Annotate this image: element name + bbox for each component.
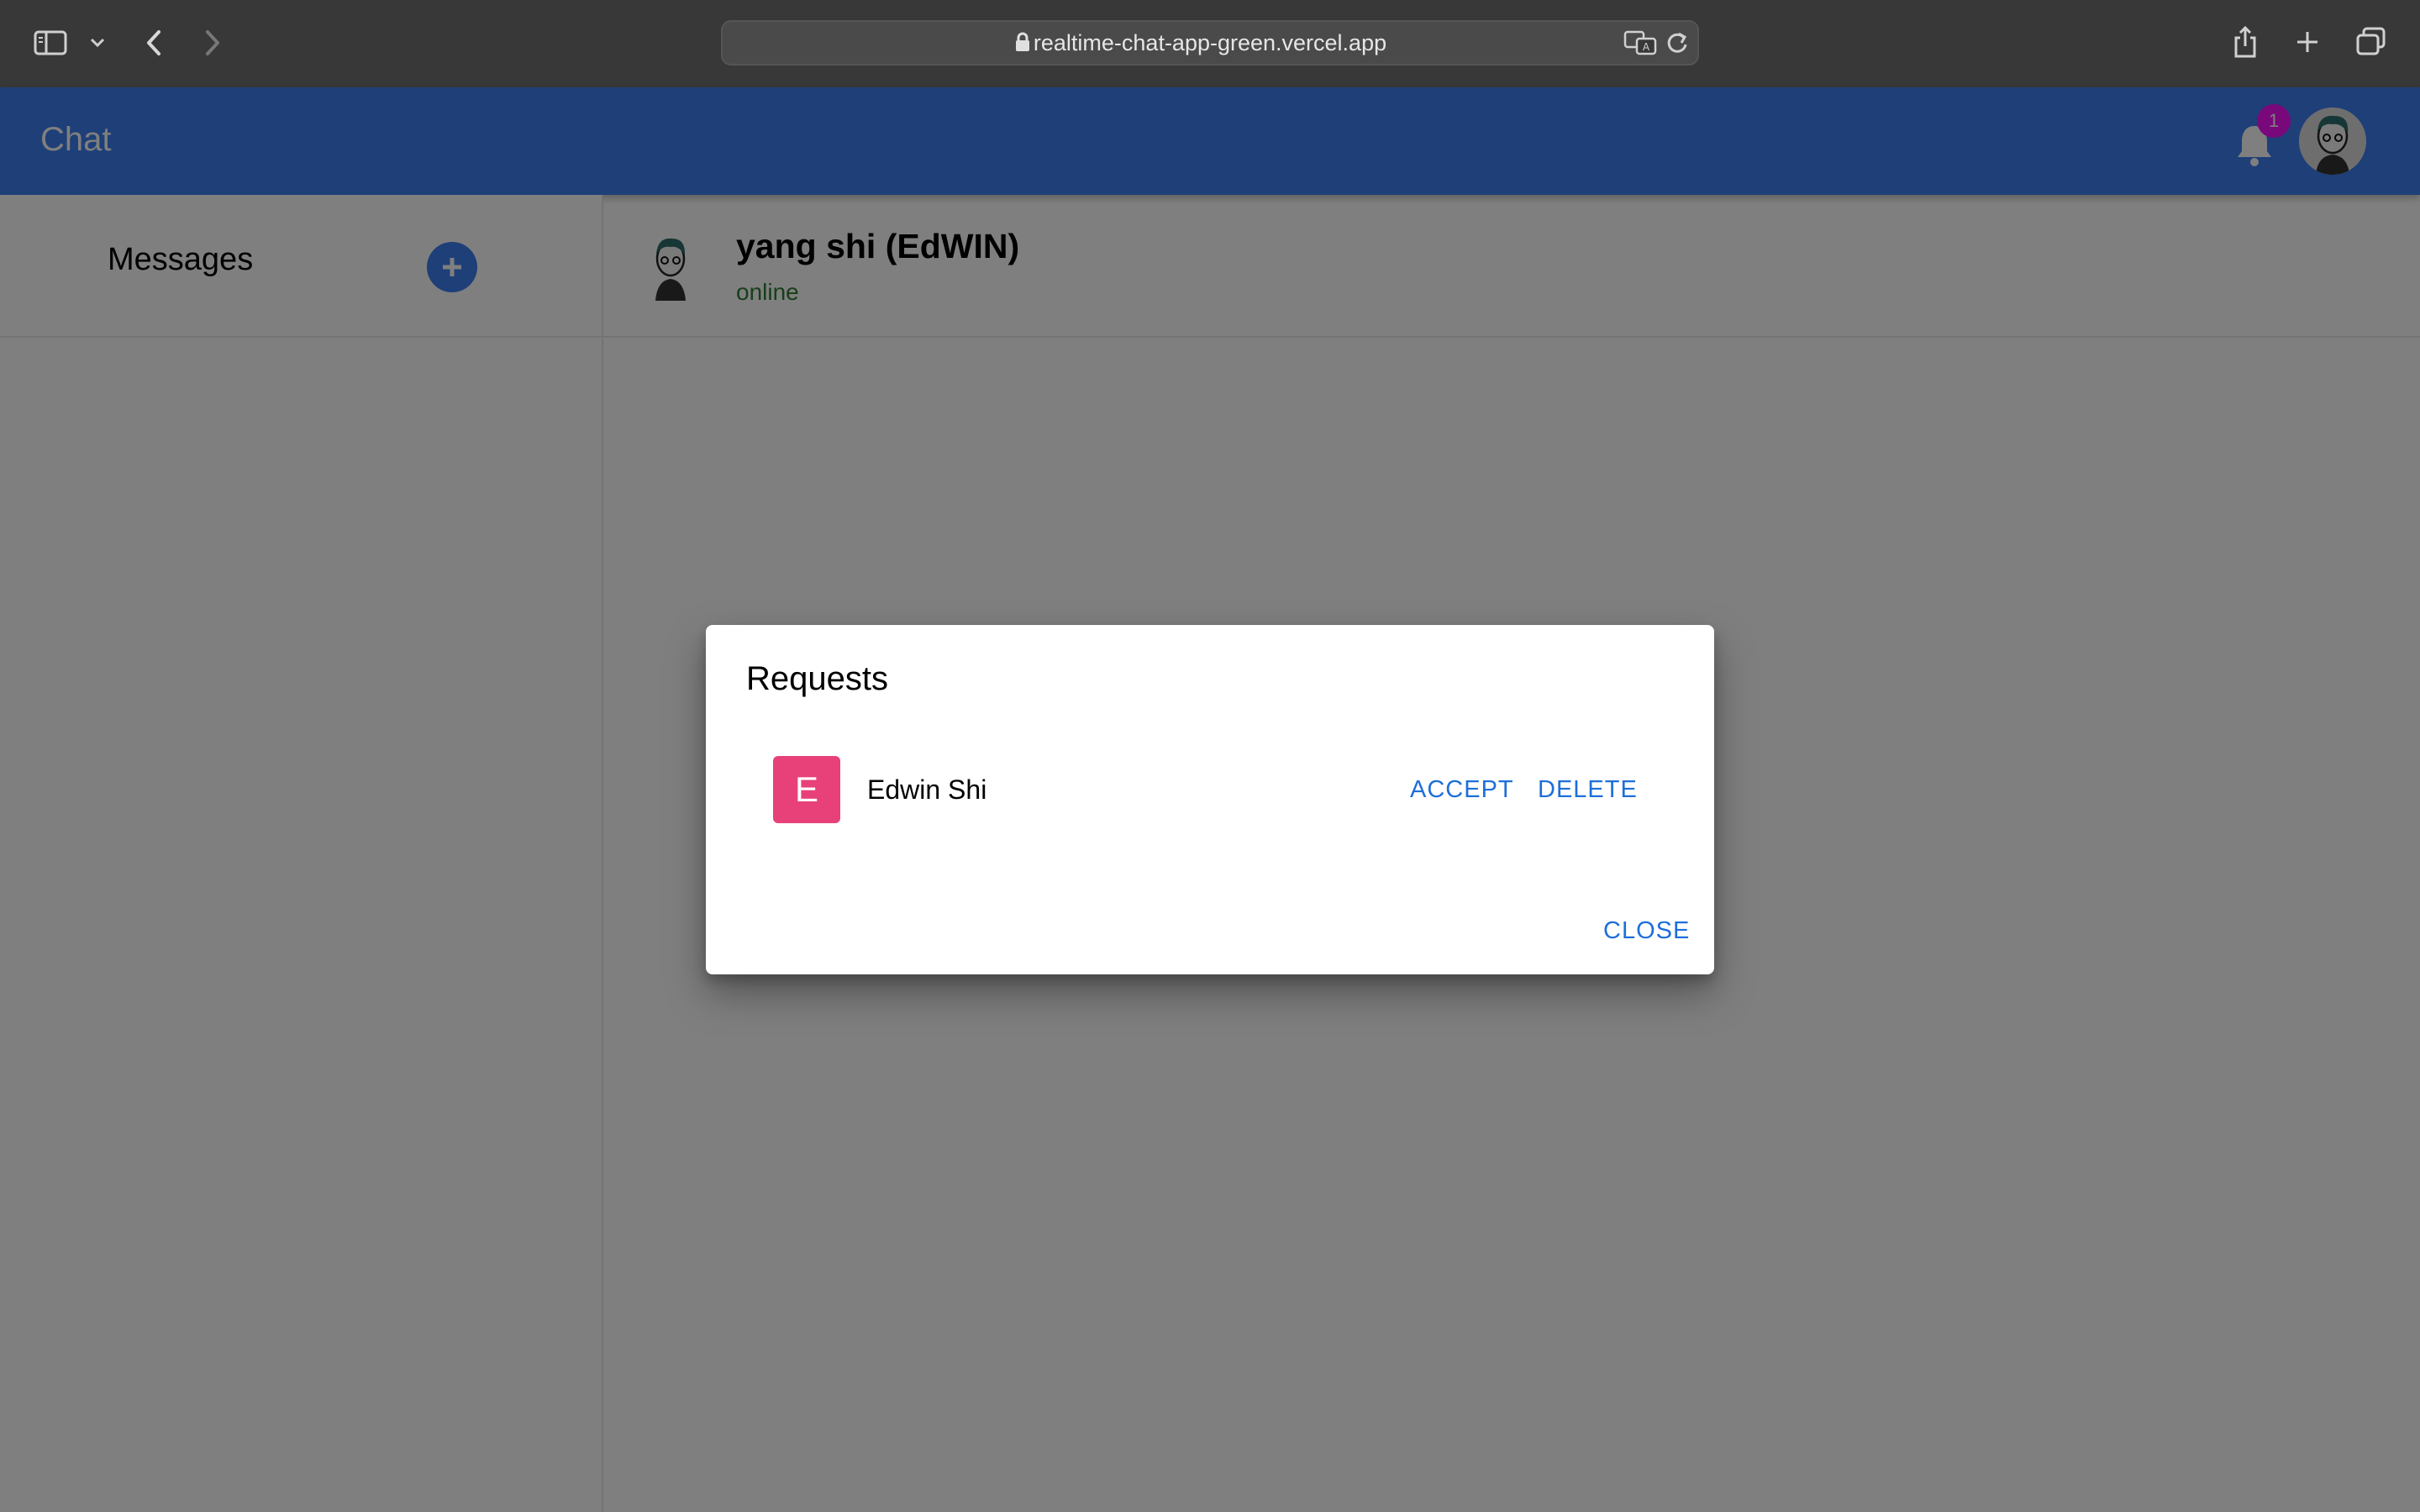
back-icon[interactable] [141, 27, 166, 59]
close-button[interactable]: CLOSE [1603, 911, 1690, 951]
tabs-overview-icon[interactable] [2354, 25, 2388, 59]
translate-icon[interactable]: A [1623, 30, 1657, 60]
reload-icon[interactable] [1665, 30, 1689, 60]
share-icon[interactable] [2230, 24, 2260, 60]
chevron-down-icon[interactable] [87, 34, 108, 52]
address-bar[interactable]: realtime-chat-app-green.vercel.app [721, 20, 1699, 66]
browser-toolbar: realtime-chat-app-green.vercel.app A [0, 0, 2420, 89]
request-name: Edwin Shi [867, 774, 987, 805]
lock-icon [1015, 32, 1030, 56]
new-tab-icon[interactable] [2292, 27, 2323, 57]
list-item: E Edwin Shi ACCEPT DELETE [706, 756, 1714, 825]
request-avatar: E [773, 756, 840, 823]
forward-icon[interactable] [200, 27, 225, 59]
dialog-title: Requests [746, 660, 888, 697]
delete-button[interactable]: DELETE [1538, 769, 1638, 810]
url-text: realtime-chat-app-green.vercel.app [1033, 30, 1387, 55]
requests-dialog: Requests E Edwin Shi ACCEPT DELETE CLOSE [706, 625, 1714, 974]
sidebar-icon[interactable] [32, 29, 69, 57]
accept-button[interactable]: ACCEPT [1410, 769, 1514, 810]
svg-text:A: A [1643, 41, 1650, 53]
